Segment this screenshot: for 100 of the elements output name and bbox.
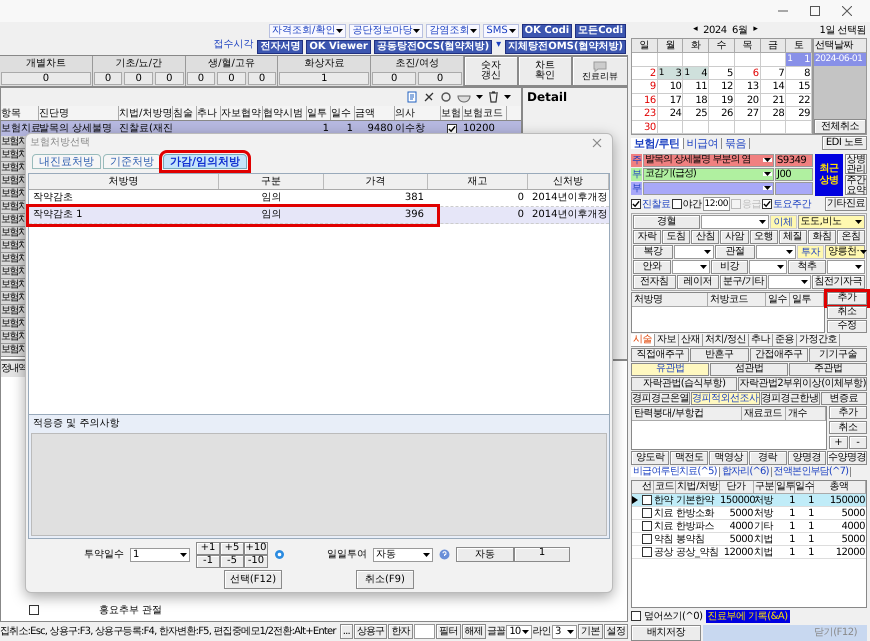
treatment-tab[interactable]: 가정간호 <box>796 334 840 346</box>
acupuncture-button[interactable]: 온침 <box>836 230 865 244</box>
dialog-button[interactable]: 취소(F9) <box>356 570 414 590</box>
dialog-tab[interactable]: 기준처방 <box>103 154 161 170</box>
checkbox[interactable] <box>642 494 652 505</box>
insurance-checkbox[interactable] <box>447 124 457 134</box>
treatment-button[interactable]: 경피적외선조사 <box>691 392 760 406</box>
toolbar-badge-button[interactable]: OK Viewer <box>306 40 371 54</box>
count-field[interactable]: 1 <box>514 547 570 562</box>
noncovered-row[interactable]: 치료 한방파스 4000기타 1 1 4000 <box>632 520 866 533</box>
acupuncture-button[interactable]: 전자침 <box>633 274 676 289</box>
step-button[interactable]: -5 <box>220 554 244 568</box>
prescription-row[interactable]: 작약감초 1 임의 396 0 2014년이후개정 <box>29 207 609 224</box>
status-button[interactable]: 한자 <box>388 624 413 639</box>
noncovered-tab[interactable]: 전액본인부담(^7) <box>772 467 852 478</box>
acupuncture-button[interactable]: 안와 <box>633 260 671 274</box>
exam-button[interactable]: 맥전도 <box>670 451 708 465</box>
record-button[interactable]: 진료부에 기록(&A) <box>706 610 790 622</box>
dialog-tab[interactable]: 내진료처방 <box>32 154 101 170</box>
acupuncture-button[interactable]: 경혈 <box>633 214 700 229</box>
toolbar-menu-button[interactable]: 감염조회 <box>426 24 480 38</box>
calendar-day[interactable]: 15 <box>786 80 812 94</box>
treatment-button[interactable]: 자락관법2부위이상(이체부항) <box>738 377 867 391</box>
checkbox[interactable] <box>762 199 772 210</box>
toolbar-badge-button[interactable]: 공동탕전OCS(협약처방) <box>374 40 492 54</box>
treatment-button[interactable]: 직접애주구 <box>631 348 690 362</box>
document-icon[interactable] <box>406 91 418 103</box>
toolbar-menu-button[interactable]: 자격조회/확인 <box>268 24 346 38</box>
edi-notes-button[interactable]: EDI 노트 <box>822 136 867 150</box>
toolbar-menu-button[interactable]: SMS <box>483 24 519 38</box>
trash-icon[interactable] <box>488 91 499 103</box>
treatment-button[interactable]: 유관법 <box>631 362 709 376</box>
toolbar-link[interactable]: 접수시각 <box>212 40 254 54</box>
status-button[interactable]: ... <box>340 624 353 639</box>
prescription-button[interactable]: 취소 <box>827 306 867 319</box>
exam-button[interactable]: 맥영상 <box>709 451 748 465</box>
status-button[interactable]: 기본 <box>578 624 603 639</box>
acupuncture-button[interactable]: 레이저 <box>676 274 720 289</box>
treatment-button[interactable]: 주관법 <box>789 362 867 376</box>
exam-button[interactable]: 경락 <box>748 451 787 465</box>
panel-tab[interactable]: 비급여 <box>684 138 722 149</box>
clear-button[interactable]: 전체취소 <box>814 119 866 134</box>
prev-month-button[interactable]: ◂ <box>693 22 698 38</box>
exam-button[interactable]: 양명경 <box>788 451 826 465</box>
acupuncture-dropdown[interactable]: 도도,비노 <box>798 214 865 229</box>
step-button[interactable]: +5 <box>220 542 244 555</box>
prescription-button[interactable]: 추가 <box>827 292 867 305</box>
treatment-tab[interactable]: 시술 <box>631 334 655 346</box>
treatment-tab[interactable]: 자보 <box>655 334 679 346</box>
filter-input[interactable] <box>414 624 436 639</box>
step-button[interactable]: +1 <box>196 542 220 555</box>
diagnosis-button[interactable]: 주간 요약 <box>845 174 867 195</box>
noncovered-tab[interactable]: 합자리(^6) <box>720 467 772 478</box>
calendar-day[interactable]: 30 <box>632 120 658 134</box>
settings-button[interactable]: 설정 <box>604 624 628 639</box>
calendar-day[interactable]: 11 <box>683 80 710 94</box>
treatment-button[interactable]: 경피경근온열 <box>631 392 690 406</box>
calendar-day[interactable]: 9 <box>632 80 658 94</box>
toolbar-link[interactable]: ▾ <box>495 40 502 54</box>
step-button[interactable]: -1 <box>196 554 220 568</box>
acupuncture-dropdown[interactable]: 양릉천· <box>825 244 865 259</box>
calendar-day[interactable]: 6 <box>734 66 761 80</box>
acupuncture-button[interactable]: 도침 <box>662 230 690 244</box>
panel-tab[interactable]: 묶음 <box>722 138 750 149</box>
days-dropdown[interactable]: 1 <box>130 548 190 562</box>
acupuncture-button[interactable]: 복강 <box>633 244 673 259</box>
acupuncture-button[interactable]: 자락 <box>633 230 662 244</box>
toolbar-badge-button[interactable]: 지체탕전OMS(협약처방) <box>505 40 626 54</box>
calendar-day[interactable]: 23 <box>632 107 658 120</box>
calendar-day[interactable]: 16 <box>632 94 658 107</box>
diagnosis-field[interactable]: 코감기(급성) <box>643 168 774 181</box>
calendar-day[interactable]: 26 <box>709 107 735 120</box>
toolbar-badge-button[interactable]: 전자서명 <box>257 40 304 54</box>
treatment-tab[interactable]: 처치/정신 <box>703 334 749 346</box>
checkbox[interactable] <box>642 508 652 518</box>
acupuncture-dropdown[interactable] <box>672 260 710 274</box>
recent-diagnosis-button[interactable]: 최근 상병 <box>815 154 843 196</box>
stat-button[interactable]: 숫자 갱신 <box>464 56 518 86</box>
treatment-button[interactable]: 경피경근한냉 <box>760 392 820 406</box>
treatment-button[interactable]: 섬관법 <box>710 362 788 376</box>
acupuncture-button[interactable]: 산침 <box>691 230 720 244</box>
treatment-button[interactable]: 기기구술 <box>808 348 867 362</box>
noncovered-row[interactable]: 치료 한방소화 5000처방 1 1 5000 <box>632 506 866 520</box>
dialog-button[interactable]: 선택(F12) <box>224 570 282 590</box>
step-button[interactable]: +10 <box>244 542 268 555</box>
status-button[interactable]: 필터 <box>436 624 460 639</box>
calendar-day[interactable]: 8 <box>786 66 812 80</box>
calendar-day[interactable]: 24 <box>658 107 684 120</box>
treatment-button[interactable]: 반흔구 <box>690 348 748 362</box>
treatment-tab[interactable]: 추나 <box>748 334 773 346</box>
calendar-day[interactable]: 18 <box>683 94 710 107</box>
calendar-day[interactable]: 7 <box>760 66 786 80</box>
acupuncture-button[interactable]: 체질 <box>778 230 807 244</box>
calendar-day[interactable]: 20 <box>734 94 761 107</box>
calendar-day[interactable]: 22 <box>786 94 812 107</box>
calendar-day[interactable]: 10 <box>658 80 684 94</box>
close-icon[interactable] <box>842 6 852 16</box>
time-field[interactable]: 12:00 <box>702 197 730 212</box>
stat-button[interactable]: 차트 확인 <box>518 56 572 86</box>
calendar-day[interactable]: 1 4 <box>683 66 710 80</box>
